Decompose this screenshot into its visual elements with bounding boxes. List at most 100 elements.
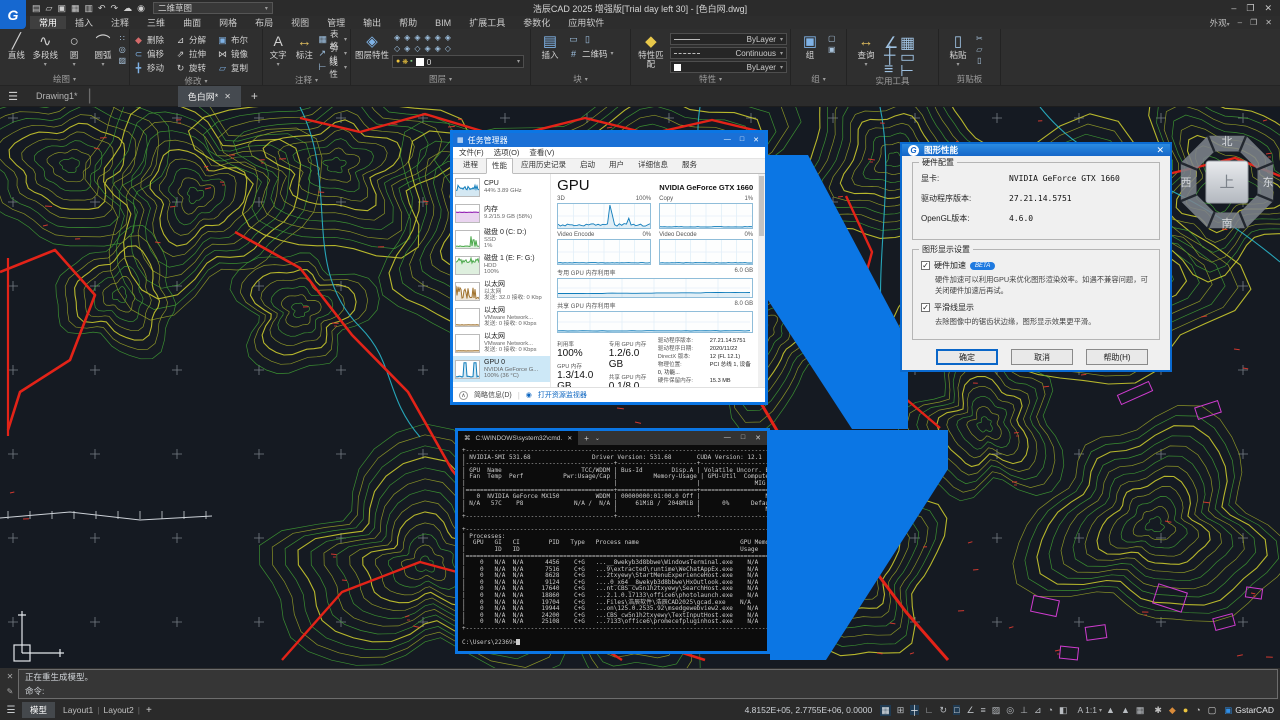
circle-tool-button[interactable]: ○圆▾ [61, 31, 88, 68]
explode-tool-button[interactable]: ⊿分解 [175, 33, 217, 47]
calculator-icon[interactable]: ▦ [900, 33, 916, 47]
menu-tab-9[interactable]: 输出 [354, 16, 390, 29]
doc-close-button[interactable]: ✕ [1265, 18, 1272, 27]
layer-tool-icon[interactable]: ◇ [445, 44, 451, 53]
compass-south-label[interactable]: 南 [1222, 217, 1233, 230]
tm-tab-3[interactable]: 启动 [574, 157, 601, 173]
stretch-tool-button[interactable]: ⇗拉伸 [175, 47, 217, 61]
new-doc-tab-button[interactable]: + [241, 89, 268, 103]
compass-west-label[interactable]: 西 [1181, 177, 1192, 189]
restore-button[interactable]: ❐ [1246, 3, 1254, 14]
terminal-dropdown-icon[interactable]: ⌄ [595, 435, 600, 442]
move-tool-button[interactable]: ╋移动 [133, 61, 175, 75]
ok-button[interactable]: 确定 [936, 349, 998, 365]
open-folder-icon[interactable]: ▱ [46, 3, 53, 14]
tm-tab-1[interactable]: 性能 [486, 158, 513, 174]
annotation-scale-dropdown[interactable]: A 1:1 ▾ [1074, 705, 1107, 715]
new-layout-button[interactable]: + [140, 705, 158, 716]
isolate-bulb-icon[interactable]: ● [1183, 705, 1188, 715]
menu-tab-3[interactable]: 三维 [138, 16, 174, 29]
layer-select[interactable]: ●❋▪ 0 ▾ [392, 55, 524, 68]
tm-tab-6[interactable]: 服务 [676, 157, 703, 173]
terminal-new-tab-button[interactable]: + [578, 434, 595, 443]
fewer-details-button[interactable]: 简略信息(D) [474, 390, 512, 400]
offset-tool-button[interactable]: ⊂偏移 [133, 47, 175, 61]
layer-tool-icon[interactable]: ◈ [404, 33, 410, 42]
menu-tab-5[interactable]: 网格 [210, 16, 246, 29]
layout1-tab[interactable]: Layout1 [59, 705, 97, 715]
menu-tab-14[interactable]: 应用软件 [559, 16, 613, 29]
minimize-button[interactable]: – [1231, 3, 1236, 14]
settings-gear-icon[interactable]: ✱ [1154, 705, 1162, 716]
linetype-select[interactable]: Continuous▾ [670, 47, 787, 59]
menu-tab-6[interactable]: 布局 [246, 16, 282, 29]
polar-tracking-icon[interactable]: ↻ [939, 705, 947, 716]
term-minimize-button[interactable]: — [724, 434, 731, 442]
boolean-tool-button[interactable]: ▣布尔 [217, 33, 259, 47]
transparency-icon[interactable]: ▨ [992, 705, 1001, 716]
close-button[interactable]: ✕ [1264, 3, 1272, 14]
panel-label-clipboard[interactable]: 剪贴板 [939, 73, 1000, 85]
lineweight-icon[interactable]: ≡ [981, 705, 986, 715]
panel-label-utilities[interactable]: 实用工具 [847, 75, 938, 87]
cut-icon[interactable]: ✂ [976, 34, 983, 43]
perf-sidebar-item-5[interactable]: 以太网VMware Network...发送: 0 接收: 0 Kbps [453, 304, 550, 330]
panel-label-group[interactable]: 组▾ [791, 73, 846, 85]
appearance-dropdown[interactable]: 外观▾ [1210, 17, 1230, 29]
tab-close-icon[interactable]: ✕ [567, 435, 572, 442]
app-logo-button[interactable]: G [0, 0, 26, 29]
qrcode-tool-button[interactable]: #二维码▾ [568, 47, 614, 60]
color-select[interactable]: ByLayer▾ [670, 61, 787, 73]
doc-tab-1[interactable]: 色白网*✕ [178, 86, 241, 107]
terminal-tab[interactable]: ⌘ C:\WINDOWS\system32\cmd. ✕ [458, 431, 578, 445]
perf-sidebar-item-3[interactable]: 磁盘 1 (E: F: G:)HDD100% [453, 252, 550, 278]
perf-sidebar-item-1[interactable]: 内存9.2/15.9 GB (58%) [453, 200, 550, 226]
copy-clip-icon[interactable]: ▱ [976, 45, 983, 54]
text-tool-button[interactable]: A文字▾ [266, 31, 290, 68]
workspace-switch-icon[interactable]: ◧ [1059, 705, 1068, 716]
tm-tab-4[interactable]: 用户 [603, 157, 630, 173]
tab-close-icon[interactable]: ✕ [224, 92, 231, 101]
distance-icon[interactable]: ⊢ [900, 61, 916, 75]
layer-tool-icon[interactable]: ◈ [435, 44, 441, 53]
layer-tool-icon[interactable]: ◈ [435, 33, 441, 42]
layer-properties-button[interactable]: ◈图层特性 [354, 31, 390, 60]
linear-dim-tool-button[interactable]: ⊢线性▾ [318, 61, 347, 74]
task-manager-scrollbar[interactable] [758, 174, 765, 387]
layer-tool-icon[interactable]: ◈ [445, 33, 451, 42]
copy-tool-button[interactable]: ▱复制 [217, 61, 259, 75]
dialog-close-button[interactable]: ✕ [1156, 145, 1164, 156]
selection-cycling-icon[interactable]: ◎ [1006, 705, 1014, 716]
grid-icon[interactable]: ▦ [880, 705, 891, 716]
tm-tab-0[interactable]: 进程 [457, 157, 484, 173]
perf-sidebar-item-4[interactable]: 以太网以太网发送: 32.0 接收: 0 Kbp [453, 278, 550, 304]
doc-minimize-button[interactable]: – [1238, 18, 1242, 27]
point-tool-icon[interactable]: ∷ [118, 34, 126, 43]
save-as-icon[interactable]: ▦ [71, 3, 80, 14]
menu-tab-2[interactable]: 注释 [102, 16, 138, 29]
rotate-tool-button[interactable]: ↻旋转 [175, 61, 217, 75]
message-icon[interactable]: ◉ [137, 3, 145, 14]
term-maximize-button[interactable]: □ [741, 434, 745, 442]
3d-osnap-icon[interactable]: ⊥ [1020, 705, 1028, 716]
perf-sidebar-item-2[interactable]: 磁盘 0 (C: D:)SSD1% [453, 226, 550, 252]
dialog-titlebar[interactable]: G 图形性能 ✕ [902, 144, 1170, 156]
grid-table-icon[interactable]: ▦ [1136, 705, 1145, 716]
layer-tool-icon[interactable]: ◇ [394, 44, 400, 53]
menu-tab-0[interactable]: 常用 [30, 16, 66, 29]
open-resource-monitor-link[interactable]: 打开资源监视器 [538, 390, 587, 400]
area-icon[interactable]: ▭ [900, 47, 916, 61]
match-properties-button[interactable]: ◆特性匹配 [634, 31, 668, 69]
lineweight-select[interactable]: ByLayer▾ [670, 33, 787, 45]
tm-tab-5[interactable]: 详细信息 [632, 157, 674, 173]
panel-label-annotate[interactable]: 注释▾ [263, 74, 350, 86]
donut-tool-icon[interactable]: ◎ [118, 45, 126, 54]
group-button[interactable]: ▣组 [794, 31, 826, 60]
redo-icon[interactable]: ↷ [111, 3, 119, 14]
tm-close-button[interactable]: ✕ [753, 136, 759, 144]
object-snap-tracking-icon[interactable]: ∠ [966, 705, 974, 716]
edit-command-icon[interactable]: ✎ [7, 687, 14, 696]
terminal-output[interactable]: +---------------------------------------… [458, 445, 767, 651]
list-icon[interactable]: ≡ [884, 61, 900, 75]
undo-icon[interactable]: ↶ [98, 3, 106, 14]
